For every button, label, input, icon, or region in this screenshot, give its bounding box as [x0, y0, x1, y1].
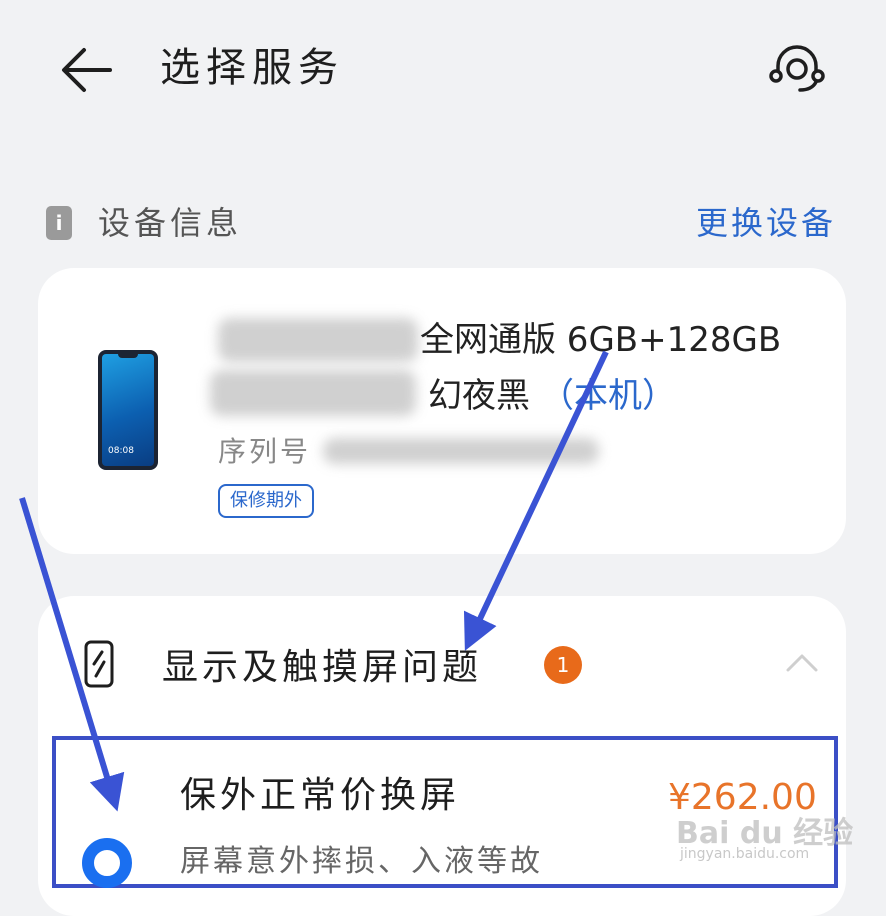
- redacted-model-name: [218, 318, 418, 362]
- change-device-link[interactable]: 更换设备: [696, 198, 836, 248]
- device-color: 幻夜黑: [428, 376, 530, 416]
- chevron-up-icon[interactable]: [784, 648, 820, 678]
- device-model-line2: 幻夜黑 （本机）: [428, 372, 676, 420]
- phone-screen-icon: [84, 640, 114, 688]
- radio-selected[interactable]: [82, 838, 132, 888]
- section-label-device-info: 设备信息: [98, 204, 243, 242]
- this-device-tag: （本机）: [540, 376, 676, 416]
- back-arrow-icon[interactable]: [56, 42, 120, 98]
- serial-label: 序列号: [218, 435, 312, 468]
- page-title: 选择服务: [160, 45, 344, 91]
- category-label[interactable]: 显示及触摸屏问题: [162, 642, 482, 694]
- count-badge: 1: [544, 646, 582, 684]
- warranty-badge: 保修期外: [218, 484, 314, 518]
- option-title: 保外正常价换屏: [180, 775, 461, 816]
- phone-icon: 08:08: [98, 350, 158, 470]
- info-icon: i: [46, 206, 72, 240]
- headset-icon[interactable]: [766, 38, 828, 100]
- device-card: 08:08 全网通版 6GB+128GB 幻夜黑 （本机） 序列号 保修期外: [38, 268, 846, 554]
- option-description: 屏幕意外摔损、入液等故: [180, 844, 543, 879]
- phone-time: 08:08: [108, 446, 134, 456]
- baidu-watermark-url: jingyan.baidu.com: [680, 846, 810, 862]
- redacted-serial: [323, 438, 599, 464]
- device-model-line1: 全网通版 6GB+128GB: [420, 320, 782, 360]
- redacted-model-name-2: [210, 370, 416, 416]
